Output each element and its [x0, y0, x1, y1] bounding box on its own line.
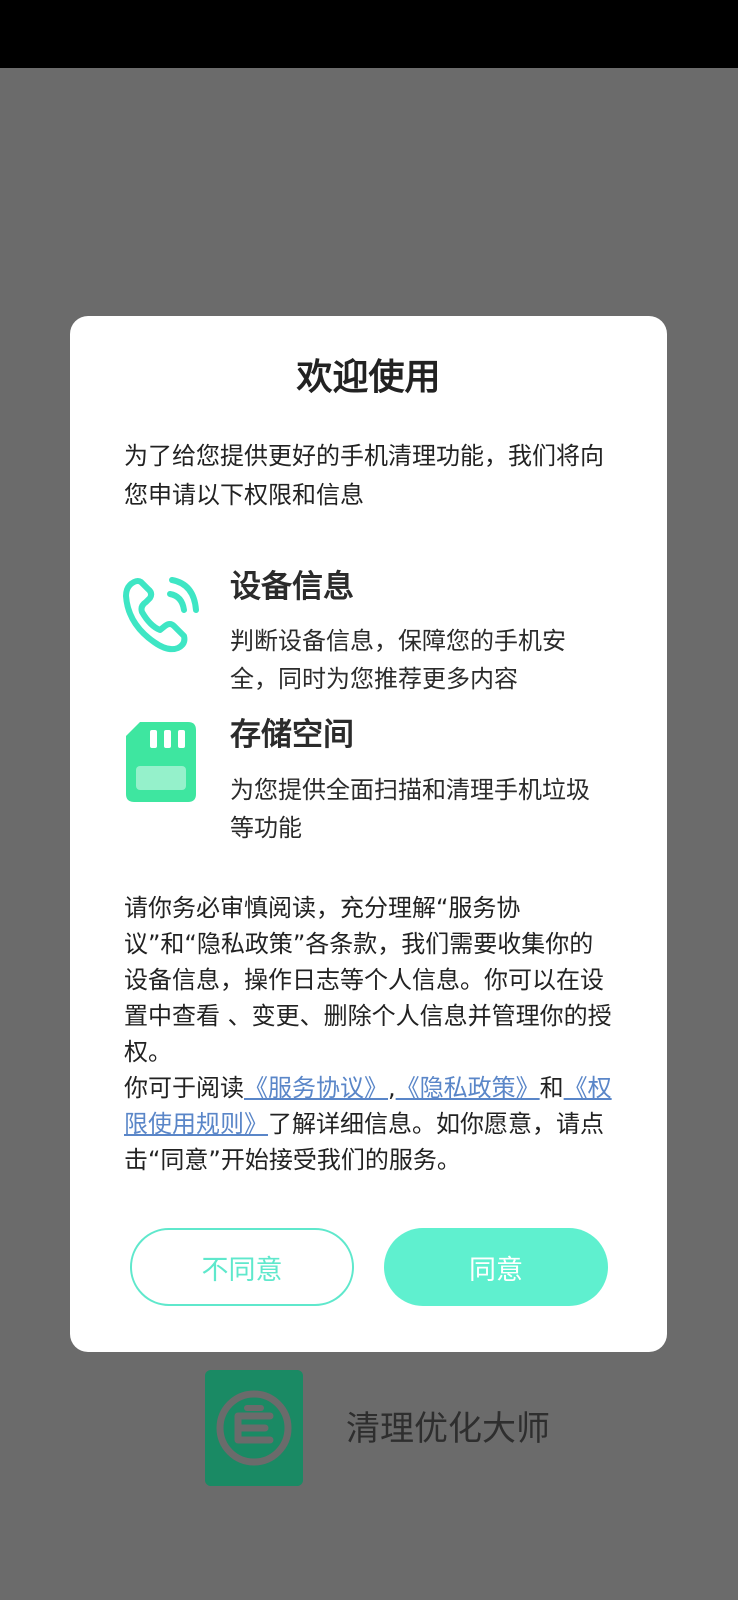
notice-comma: ,: [388, 1074, 396, 1102]
privacy-notice: 请你务必审慎阅读，充分理解“服务协议”和“隐私政策”各条款，我们需要收集你的设备…: [124, 890, 614, 1178]
phone-icon: [123, 577, 199, 653]
notice-paragraph: 请你务必审慎阅读，充分理解“服务协议”和“隐私政策”各条款，我们需要收集你的设备…: [124, 894, 612, 1066]
dialog-intro: 为了给您提供更好的手机清理功能，我们将向您申请以下权限和信息: [124, 442, 604, 509]
shield-logo-icon: [205, 1370, 303, 1486]
service-agreement-link[interactable]: 《服务协议》: [244, 1074, 388, 1102]
status-bar: [0, 0, 738, 68]
disagree-button[interactable]: 不同意: [130, 1228, 354, 1306]
permission-desc-storage: 为您提供全面扫描和清理手机垃圾等功能: [230, 776, 590, 842]
permission-title-device: 设备信息: [230, 569, 354, 605]
dialog-title: 欢迎使用: [296, 357, 441, 398]
privacy-policy-link[interactable]: 《隐私政策》: [396, 1074, 540, 1102]
notice-read-prefix: 你可于阅读: [124, 1074, 244, 1102]
app-name: 清理优化大师: [346, 1409, 550, 1449]
notice-links-paragraph: 你可于阅读《服务协议》,《隐私政策》和《权限使用规则》了解详细信息。如你愿意，请…: [124, 1070, 614, 1178]
permission-title-storage: 存储空间: [230, 717, 354, 753]
agree-button[interactable]: 同意: [384, 1228, 608, 1306]
sd-card-icon: [126, 722, 196, 802]
permission-dialog: 欢迎使用 为了给您提供更好的手机清理功能，我们将向您申请以下权限和信息 设备信息…: [70, 316, 667, 1352]
permission-desc-device: 判断设备信息，保障您的手机安全，同时为您推荐更多内容: [230, 627, 566, 693]
notice-and: 和: [539, 1074, 564, 1102]
